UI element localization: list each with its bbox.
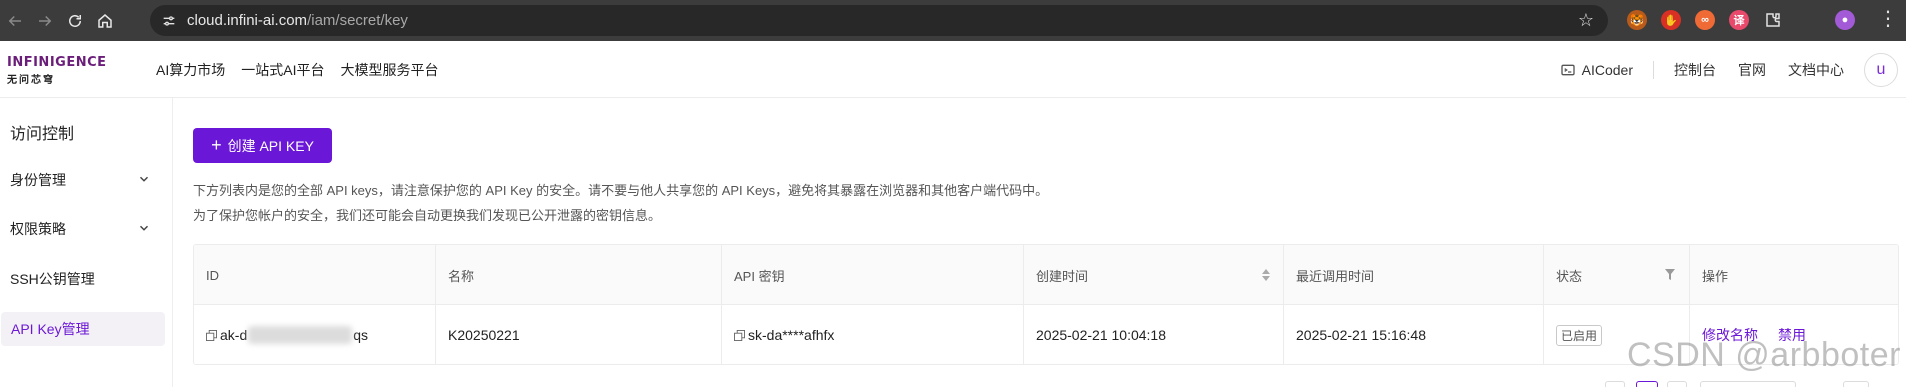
official-site-link[interactable]: 官网 — [1738, 60, 1766, 80]
column-header-actions: 操作 — [1702, 268, 1729, 284]
sidebar-item-label: 身份管理 — [10, 172, 66, 188]
cell-last-called: 2025-02-21 15:16:48 — [1284, 305, 1544, 364]
column-header-secret: API 密钥 — [722, 245, 1024, 305]
top-nav: AI算力市场 一站式AI平台 大模型服务平台 — [156, 41, 438, 98]
more-menu-icon[interactable]: ⋮ — [1878, 9, 1898, 29]
cell-secret: sk-da****afhfx — [722, 305, 1024, 364]
extensions-puzzle-icon[interactable] — [1763, 10, 1783, 30]
column-header-created[interactable]: 创建时间 — [1024, 245, 1284, 305]
home-icon[interactable] — [90, 6, 120, 36]
sidebar-item-ssh-keys[interactable]: SSH公钥管理 — [0, 262, 164, 296]
logo-subtitle: 无问芯穹 — [7, 75, 55, 86]
sidebar-item-identity[interactable]: 身份管理 — [0, 163, 164, 197]
sidebar-item-policies[interactable]: 权限策略 — [0, 212, 164, 246]
sidebar-title: 访问控制 — [10, 126, 75, 143]
console-link[interactable]: 控制台 — [1674, 60, 1716, 80]
cell-name: K20250221 — [436, 305, 722, 364]
brand-logo[interactable]: INFINIGENCE 无问芯穹 — [7, 55, 107, 86]
infinity-extension-icon[interactable]: ∞ — [1695, 10, 1715, 30]
pagination-page[interactable] — [1636, 381, 1658, 387]
browser-toolbar: cloud.infini-ai.com/iam/secret/key ☆ 🐯 ✋… — [0, 0, 1906, 41]
terminal-icon — [1560, 64, 1575, 75]
reload-icon[interactable] — [60, 6, 90, 36]
description-line-1: 下方列表内是您的全部 API keys，请注意保护您的 API Key 的安全。… — [193, 183, 1049, 198]
profile-avatar-icon[interactable]: ● — [1835, 10, 1855, 30]
pagination-next[interactable] — [1667, 381, 1687, 387]
api-key-id-prefix: ak-d — [220, 327, 248, 343]
create-api-key-label: 创建 API KEY — [227, 137, 314, 154]
sidebar-item-label: SSH公钥管理 — [10, 271, 95, 287]
nav-ai-compute-market[interactable]: AI算力市场 — [156, 60, 225, 80]
create-api-key-button[interactable]: + 创建 API KEY — [193, 128, 332, 163]
table-header: ID 名称 API 密钥 创建时间 最近调用时间 状态 操作 — [194, 245, 1898, 305]
sidebar-item-label: API Key管理 — [11, 321, 90, 337]
pagination-prev[interactable] — [1605, 381, 1625, 387]
aicoder-link[interactable]: AICoder — [1560, 62, 1633, 78]
tiger-extension-icon[interactable]: 🐯 — [1627, 10, 1647, 30]
copy-icon[interactable] — [734, 329, 745, 341]
app-header: INFINIGENCE 无问芯穹 AI算力市场 一站式AI平台 大模型服务平台 … — [0, 41, 1906, 98]
page-size-select[interactable] — [1700, 381, 1796, 387]
chevron-down-icon — [139, 225, 149, 231]
column-header-name: 名称 — [436, 245, 722, 305]
page-jump-input[interactable] — [1843, 381, 1869, 387]
description-line-2: 为了保护您帐户的安全，我们还可能会自动更换我们发现已公开泄露的密钥信息。 — [193, 208, 662, 223]
address-bar[interactable]: cloud.infini-ai.com/iam/secret/key ☆ — [150, 5, 1608, 36]
api-key-id-suffix: qs — [353, 327, 369, 343]
site-settings-icon[interactable] — [159, 11, 179, 31]
url-text: cloud.infini-ai.com/iam/secret/key — [187, 12, 408, 29]
status-badge: 已启用 — [1556, 324, 1603, 346]
column-header-status[interactable]: 状态 — [1544, 245, 1690, 305]
cell-created: 2025-02-21 10:04:18 — [1024, 305, 1284, 364]
docs-link[interactable]: 文档中心 — [1788, 60, 1844, 80]
sidebar-item-api-keys[interactable]: API Key管理 — [1, 312, 165, 346]
aicoder-label: AICoder — [1581, 61, 1633, 78]
bookmark-star-icon[interactable]: ☆ — [1578, 11, 1594, 29]
user-avatar[interactable]: u — [1864, 52, 1898, 87]
header-divider — [1653, 60, 1654, 79]
api-secret-value: sk-da****afhfx — [748, 327, 835, 343]
translate-extension-icon[interactable]: 译 — [1729, 10, 1749, 30]
copy-icon[interactable] — [206, 329, 217, 341]
forward-icon[interactable] — [30, 6, 60, 36]
sort-icon[interactable] — [1261, 268, 1271, 282]
column-header-id: ID — [194, 245, 436, 305]
logo-wordmark: INFINIGENCE — [7, 55, 107, 70]
watermark: CSDN @arbboter — [1627, 336, 1901, 374]
column-header-status-label: 状态 — [1556, 268, 1583, 284]
column-header-created-label: 创建时间 — [1036, 268, 1089, 284]
sidebar-item-label: 权限策略 — [10, 221, 66, 237]
filter-icon[interactable] — [1665, 269, 1675, 280]
column-header-last-called: 最近调用时间 — [1284, 245, 1544, 305]
back-icon[interactable] — [0, 6, 30, 36]
header-right: AICoder 控制台 官网 文档中心 u — [1560, 41, 1906, 98]
shield-extension-icon[interactable]: ✋ — [1661, 10, 1681, 30]
nav-ai-platform[interactable]: 一站式AI平台 — [241, 60, 324, 80]
redacted-mask — [248, 326, 353, 344]
nav-model-service[interactable]: 大模型服务平台 — [340, 60, 438, 80]
plus-icon: + — [211, 134, 222, 155]
cell-id: ak-d qs — [194, 305, 436, 364]
sidebar: 访问控制 身份管理 权限策略 SSH公钥管理 API Key管理 — [0, 98, 173, 387]
chevron-down-icon — [139, 176, 149, 182]
